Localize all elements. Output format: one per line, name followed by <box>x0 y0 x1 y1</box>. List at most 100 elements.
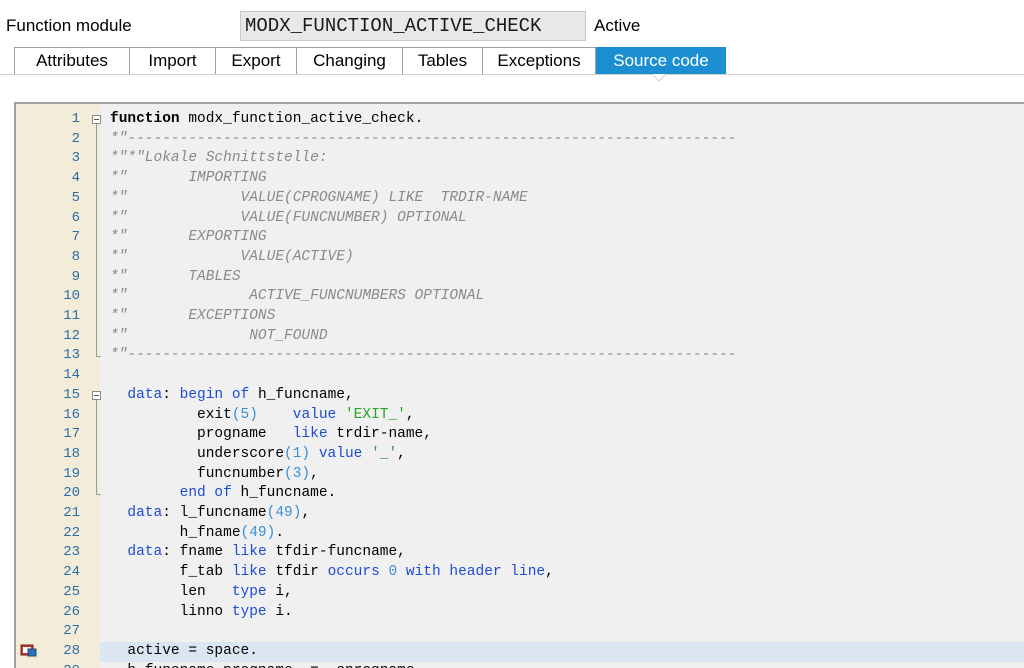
line-number: 25 <box>63 583 80 600</box>
line-number: 26 <box>63 603 80 620</box>
line-number: 11 <box>63 308 80 324</box>
code-line[interactable]: 6 *" VALUE(FUNCNUMBER) OPTIONAL <box>16 209 1024 229</box>
line-number: 29 <box>40 662 80 668</box>
code-text: h_funcname-progname = cprogname. <box>110 662 423 668</box>
active-tab-indicator <box>652 74 666 82</box>
code-line[interactable]: 29 h_funcname-progname = cprogname. <box>16 662 1024 668</box>
tab-underline <box>0 74 1024 75</box>
code-text: *" IMPORTING <box>110 170 267 187</box>
code-text: funcnumber(3), <box>110 465 319 482</box>
code-line[interactable]: 18 underscore(1) value '_', <box>16 445 1024 465</box>
code-line[interactable]: 20 end of h_funcname. <box>16 484 1024 504</box>
fold-guide <box>96 124 97 357</box>
line-number: 1 <box>71 111 80 127</box>
tab-strip: Attributes Import Export Changing Tables… <box>14 47 726 75</box>
line-number: 12 <box>63 327 80 344</box>
fold-guide-end <box>96 494 101 496</box>
line-number: 10 <box>63 288 80 305</box>
code-text: *" VALUE(FUNCNUMBER) OPTIONAL <box>110 209 467 226</box>
line-number: 21 <box>63 505 80 521</box>
line-number: 17 <box>63 426 80 443</box>
code-text: function modx_function_active_check. <box>110 111 424 127</box>
code-text: exit(5) value 'EXIT_', <box>110 406 415 423</box>
code-line[interactable]: 23 data: fname like tfdir-funcname, <box>16 543 1024 563</box>
line-number: 9 <box>71 268 80 285</box>
line-number: 16 <box>63 406 80 423</box>
code-line[interactable]: 21 data: l_funcname(49), <box>16 504 1024 524</box>
code-line[interactable]: 2 *"-------------------------------------… <box>16 130 1024 150</box>
line-number: 18 <box>63 445 80 462</box>
code-line[interactable]: 13 *"------------------------------------… <box>16 346 1024 366</box>
code-text: *"--------------------------------------… <box>110 347 737 364</box>
code-line[interactable]: 16 exit(5) value 'EXIT_', <box>16 406 1024 426</box>
code-line[interactable]: 12 *" NOT_FOUND <box>16 327 1024 347</box>
code-line[interactable]: 27 <box>16 622 1024 642</box>
code-text: data: l_funcname(49), <box>127 505 311 521</box>
tab-tables[interactable]: Tables <box>402 47 482 75</box>
code-line[interactable]: 25 len type i, <box>16 583 1024 603</box>
line-number: 14 <box>63 367 80 384</box>
code-line[interactable]: 5 *" VALUE(CPROGNAME) LIKE TRDIR-NAME <box>16 189 1024 209</box>
code-text: *" VALUE(CPROGNAME) LIKE TRDIR-NAME <box>110 189 528 206</box>
function-module-header: Function module MODX_FUNCTION_ACTIVE_CHE… <box>0 0 1024 44</box>
tab-import[interactable]: Import <box>129 47 215 75</box>
code-line[interactable]: 9 *" TABLES <box>16 268 1024 288</box>
code-line[interactable]: 19 funcnumber(3), <box>16 465 1024 485</box>
code-line[interactable]: 26 linno type i. <box>16 603 1024 623</box>
line-number: 15 <box>63 386 80 403</box>
code-line[interactable]: 24 f_tab like tfdir occurs 0 with header… <box>16 563 1024 583</box>
code-text: len type i, <box>110 583 293 600</box>
line-number: 3 <box>71 150 80 167</box>
code-line[interactable]: 3 *"*"Lokale Schnittstelle: <box>16 149 1024 169</box>
code-line[interactable]: 17 progname like trdir-name, <box>16 425 1024 445</box>
line-number: 24 <box>63 564 80 581</box>
line-number: 20 <box>63 485 80 502</box>
line-number: 4 <box>71 170 80 187</box>
line-number: 27 <box>63 623 80 640</box>
code-line[interactable]: 10 *" ACTIVE_FUNCNUMBERS OPTIONAL <box>16 287 1024 307</box>
line-number: 8 <box>71 248 80 265</box>
line-number: 6 <box>71 209 80 226</box>
code-text: h_fname(49). <box>110 524 285 541</box>
code-text: *" TABLES <box>110 268 241 285</box>
function-module-label: Function module <box>6 16 132 35</box>
code-line[interactable]: 15 data: begin of h_funcname, <box>16 386 1024 406</box>
fold-guide <box>96 399 97 495</box>
fold-guide-end <box>96 356 101 358</box>
tab-changing[interactable]: Changing <box>296 47 402 75</box>
code-line[interactable]: 22 h_fname(49). <box>16 524 1024 544</box>
function-module-name-field[interactable]: MODX_FUNCTION_ACTIVE_CHECK <box>240 11 586 41</box>
tab-attributes[interactable]: Attributes <box>14 47 129 75</box>
code-line[interactable]: 28 active = space. <box>16 641 1024 662</box>
code-line[interactable]: 7 *" EXPORTING <box>16 228 1024 248</box>
tab-export[interactable]: Export <box>215 47 296 75</box>
code-text: *" NOT_FOUND <box>110 327 328 344</box>
code-text: data: begin of h_funcname, <box>127 386 354 403</box>
code-text: linno type i. <box>110 603 293 620</box>
line-number: 22 <box>63 524 80 541</box>
collapse-block-icon[interactable] <box>92 115 101 124</box>
collapse-block-icon[interactable] <box>92 390 101 400</box>
function-module-status: Active <box>594 16 641 35</box>
code-line[interactable]: 8 *" VALUE(ACTIVE) <box>16 248 1024 268</box>
line-number: 13 <box>63 347 80 364</box>
code-line[interactable]: 11 *" EXCEPTIONS <box>16 307 1024 327</box>
line-number: 23 <box>63 544 80 561</box>
code-text: active = space. <box>110 642 258 659</box>
code-line[interactable]: 14 <box>16 366 1024 386</box>
code-line[interactable]: 1 function modx_function_active_check. <box>16 110 1024 130</box>
code-text: data: fname like tfdir-funcname, <box>127 544 406 561</box>
line-number: 2 <box>71 130 80 147</box>
line-number: 28 <box>63 642 80 659</box>
code-text: underscore(1) value '_', <box>110 445 406 462</box>
code-text: progname like trdir-name, <box>110 426 432 443</box>
source-code-editor[interactable]: 1 function modx_function_active_check. 2 *"… <box>14 102 1024 668</box>
tab-exceptions[interactable]: Exceptions <box>482 47 596 75</box>
code-text: *"*"Lokale Schnittstelle: <box>110 150 328 167</box>
code-text: *" EXCEPTIONS <box>110 308 276 324</box>
line-number: 19 <box>63 465 80 482</box>
code-text: f_tab like tfdir occurs 0 with header li… <box>110 564 554 581</box>
code-line[interactable]: 4 *" IMPORTING <box>16 169 1024 189</box>
tab-source-code[interactable]: Source code <box>596 47 726 75</box>
debug-breakpoint-icon[interactable] <box>20 643 37 657</box>
